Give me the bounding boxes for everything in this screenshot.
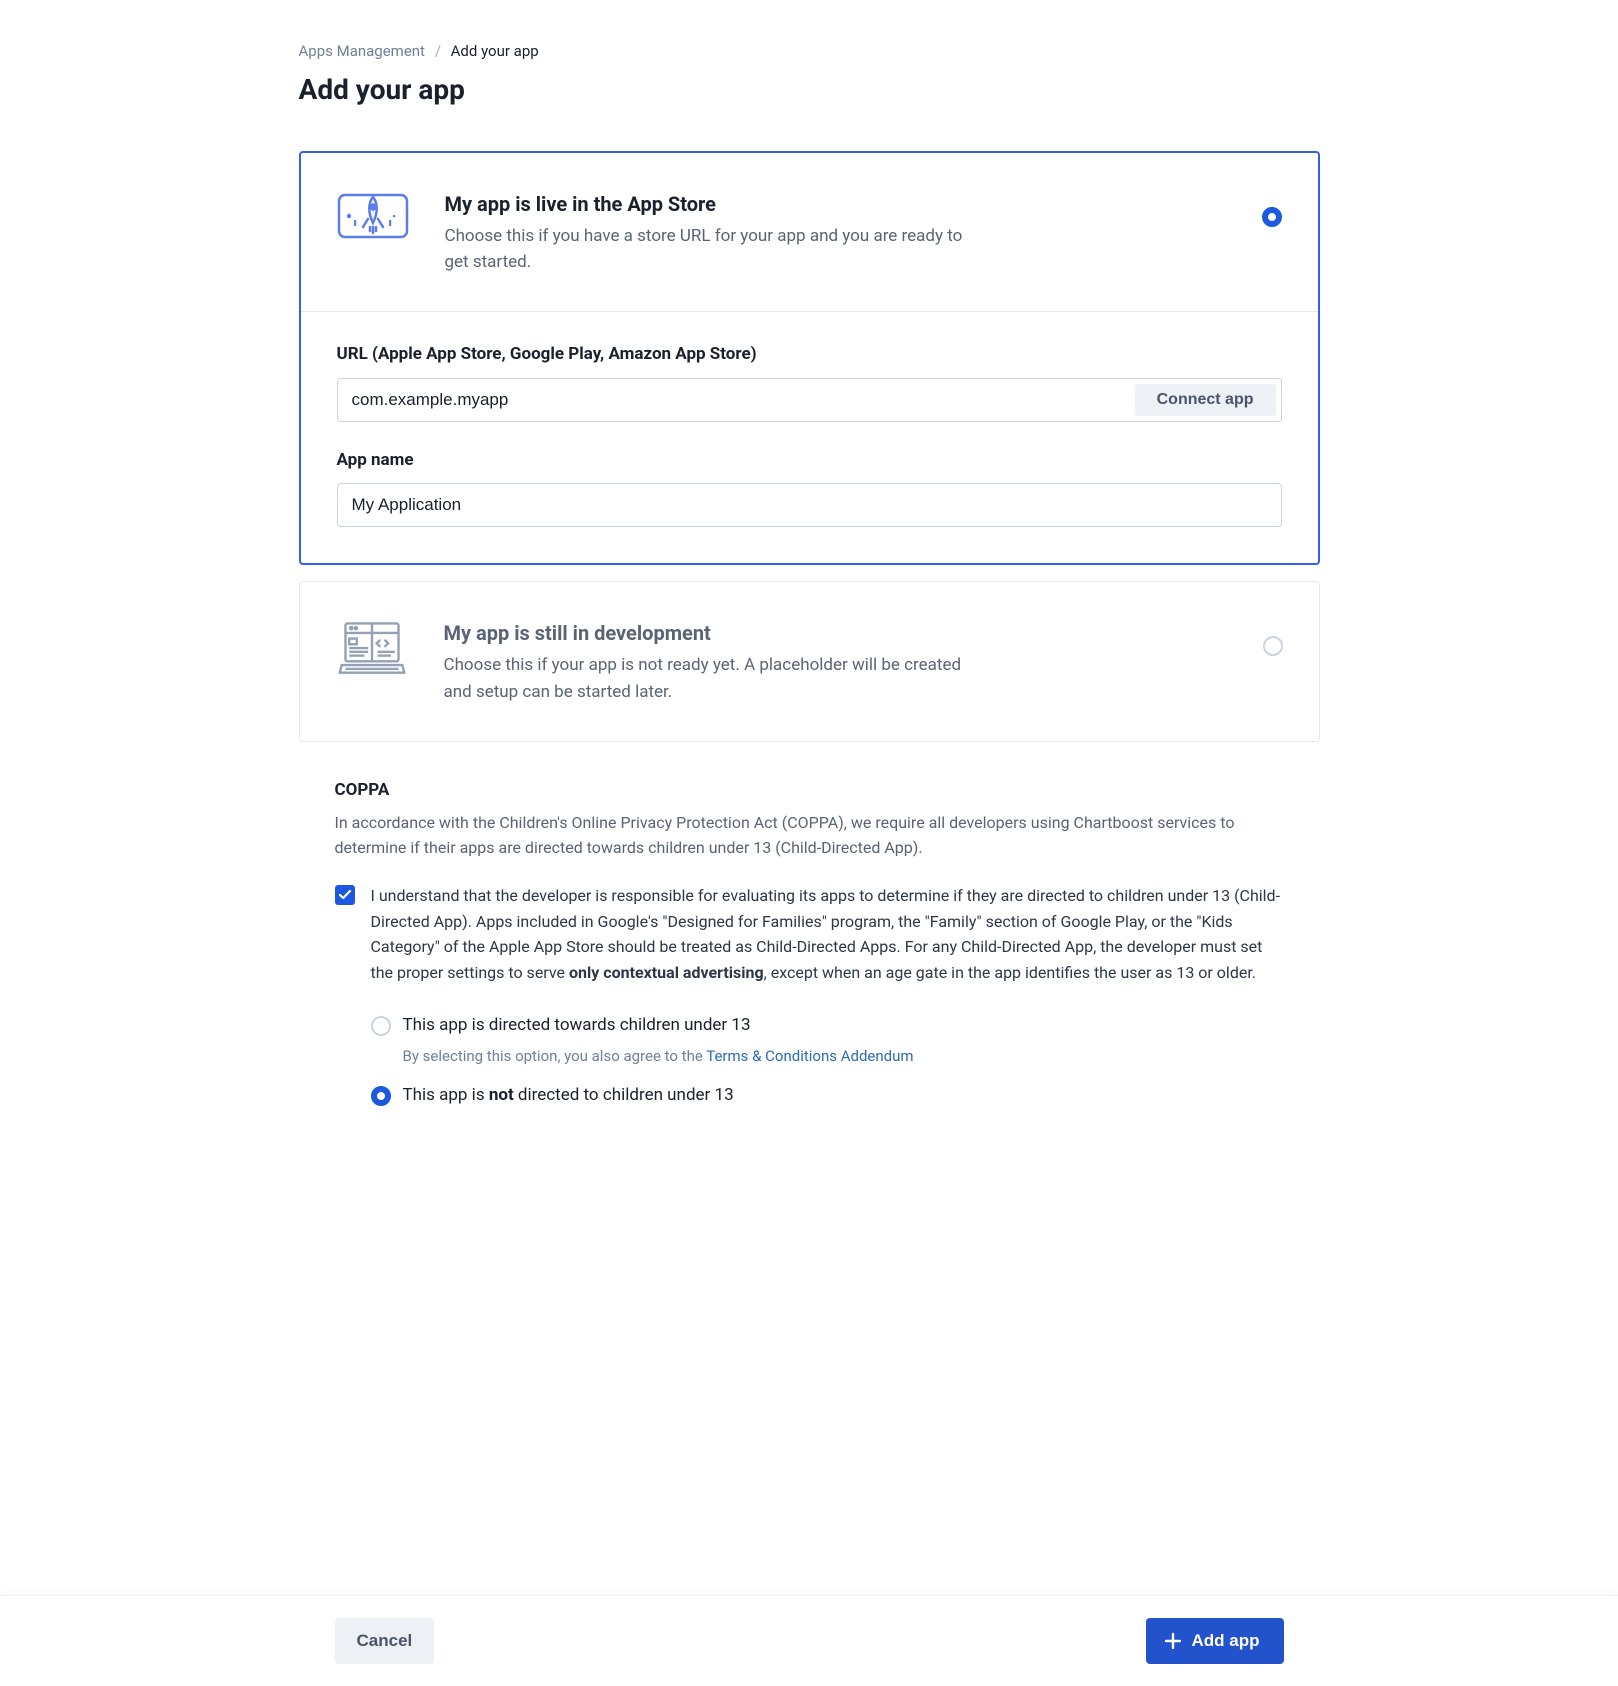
option-desc-live: Choose this if you have a store URL for …: [445, 223, 965, 276]
option-card-dev[interactable]: My app is still in development Choose th…: [299, 581, 1320, 742]
option-radio-dev[interactable]: [1263, 636, 1283, 656]
breadcrumb-separator: /: [435, 42, 441, 60]
connect-app-button[interactable]: Connect app: [1135, 384, 1276, 416]
coppa-radio-directed-sub: By selecting this option, you also agree…: [403, 1045, 1284, 1068]
coppa-ack-text: I understand that the developer is respo…: [371, 883, 1284, 985]
coppa-radio-not-label: This app is not directed to children und…: [403, 1083, 734, 1109]
option-header-dev[interactable]: My app is still in development Choose th…: [300, 582, 1319, 741]
laptop-code-icon: [336, 618, 408, 680]
coppa-radio-directed-label: This app is directed towards children un…: [403, 1013, 751, 1039]
plus-icon: [1164, 1632, 1182, 1650]
rocket-icon: [337, 189, 409, 239]
option-desc-dev: Choose this if your app is not ready yet…: [444, 652, 964, 705]
add-app-button[interactable]: Add app: [1146, 1618, 1284, 1664]
coppa-section: COPPA In accordance with the Children's …: [299, 778, 1320, 1109]
coppa-radio-directed[interactable]: This app is directed towards children un…: [371, 1013, 1284, 1039]
url-input[interactable]: [338, 379, 1130, 421]
app-name-input[interactable]: [337, 483, 1282, 527]
terms-addendum-link[interactable]: Terms & Conditions Addendum: [706, 1047, 913, 1065]
check-icon: [339, 890, 351, 900]
add-app-label: Add app: [1192, 1631, 1260, 1651]
option-card-live[interactable]: My app is live in the App Store Choose t…: [299, 151, 1320, 566]
coppa-title: COPPA: [335, 778, 1284, 804]
footer-bar: Cancel Add app: [0, 1595, 1618, 1686]
breadcrumb-current: Add your app: [451, 42, 539, 60]
option-radio-live[interactable]: [1262, 207, 1282, 227]
page-title: Add your app: [299, 69, 1320, 111]
option-title-live: My app is live in the App Store: [445, 189, 1196, 219]
coppa-intro: In accordance with the Children's Online…: [335, 811, 1284, 861]
app-name-label: App name: [337, 448, 1282, 474]
cancel-button[interactable]: Cancel: [335, 1618, 435, 1664]
breadcrumb: Apps Management / Add your app: [299, 40, 1320, 63]
option-title-dev: My app is still in development: [444, 618, 1197, 648]
coppa-radio-not-directed[interactable]: This app is not directed to children und…: [371, 1083, 1284, 1109]
option-header-live[interactable]: My app is live in the App Store Choose t…: [301, 153, 1318, 313]
breadcrumb-parent[interactable]: Apps Management: [299, 42, 425, 60]
url-label: URL (Apple App Store, Google Play, Amazo…: [337, 342, 1282, 368]
coppa-ack-checkbox[interactable]: [335, 885, 355, 905]
